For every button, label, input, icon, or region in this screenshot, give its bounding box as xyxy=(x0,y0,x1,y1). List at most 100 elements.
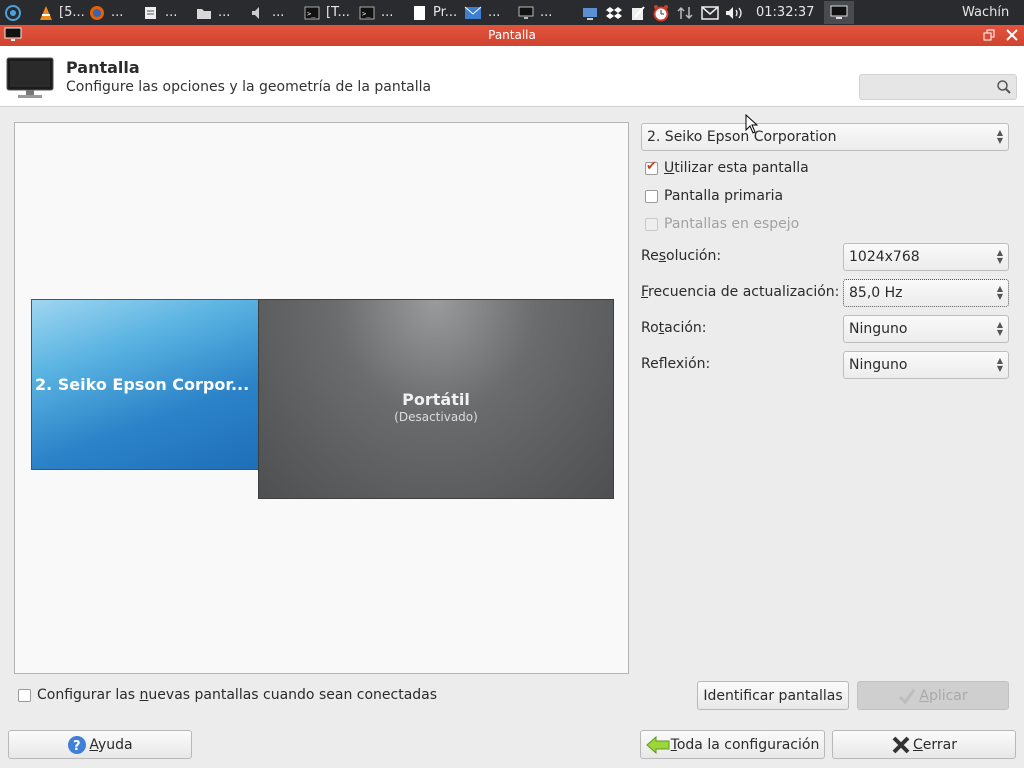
restore-icon xyxy=(983,29,995,41)
task-label: ... xyxy=(272,5,285,20)
reflection-value: Ninguno xyxy=(849,357,908,373)
task-label: ... xyxy=(540,5,553,20)
task-item-sound[interactable]: ... xyxy=(250,0,284,25)
configure-new-displays-label: Configurar las nuevas pantallas cuando s… xyxy=(37,687,438,703)
vlc-icon xyxy=(40,5,52,20)
display-settings-icon xyxy=(6,56,54,104)
document-icon xyxy=(414,5,425,20)
page-subtitle: Configure las opciones y la geometría de… xyxy=(66,79,432,95)
task-label: ... xyxy=(381,5,394,20)
apply-label: Aplicar xyxy=(919,687,968,704)
notes-icon[interactable] xyxy=(630,0,646,25)
mail-indicator-icon[interactable] xyxy=(701,0,719,25)
mail-icon xyxy=(464,6,482,19)
text-editor-icon xyxy=(145,6,156,19)
close-icon xyxy=(892,736,910,753)
firefox-icon xyxy=(90,5,104,20)
svg-text:>_: >_ xyxy=(362,10,371,18)
primary-display-checkbox[interactable] xyxy=(645,190,658,203)
refresh-rate-value: 85,0 Hz xyxy=(849,285,903,301)
all-settings-button[interactable]: Toda la configuración xyxy=(640,730,825,759)
resolution-value: 1024x768 xyxy=(849,249,920,265)
close-button[interactable]: Cerrar xyxy=(832,730,1016,759)
help-label: Ayuda xyxy=(89,736,133,753)
rotation-select[interactable]: Ninguno ▲ ▼ xyxy=(843,315,1009,343)
refresh-rate-label: Frecuencia de actualización: xyxy=(641,284,840,300)
network-transfer-icon[interactable] xyxy=(677,0,693,25)
display-icon xyxy=(518,6,534,19)
use-display-checkbox[interactable] xyxy=(645,159,658,175)
primary-display-label: Pantalla primaria xyxy=(664,188,784,204)
task-item-display[interactable]: ... xyxy=(518,0,552,25)
folder-icon xyxy=(197,8,211,19)
display-seiko-epson[interactable]: 2. Seiko Epson Corpor... xyxy=(31,299,259,470)
task-label: Pr... xyxy=(433,5,458,20)
checkmark-icon xyxy=(899,688,916,704)
display-selector[interactable]: 2. Seiko Epson Corporation ▲ ▼ xyxy=(641,123,1009,151)
close-icon xyxy=(1006,29,1018,41)
task-item-files[interactable]: ... xyxy=(196,0,230,25)
apply-button[interactable]: Aplicar xyxy=(857,681,1009,710)
all-settings-label: Toda la configuración xyxy=(670,736,820,753)
active-display-applet-icon[interactable] xyxy=(824,1,854,24)
refresh-rate-select[interactable]: 85,0 Hz ▲ ▼ xyxy=(843,279,1009,307)
top-panel: [5... ... ... ... ... >_ [T... >_ ... Pr… xyxy=(0,0,1024,25)
spin-arrows-icon: ▲ ▼ xyxy=(996,284,1003,301)
back-arrow-icon xyxy=(645,735,670,754)
display-state: (Desactivado) xyxy=(394,410,478,424)
svg-text:?: ? xyxy=(73,739,81,754)
window-title: Pantalla xyxy=(488,28,536,42)
svg-text:>_: >_ xyxy=(307,10,316,18)
display-selector-value: 2. Seiko Epson Corporation xyxy=(647,129,837,145)
tray-display-icon[interactable] xyxy=(582,0,598,25)
spin-arrows-icon: ▲ ▼ xyxy=(996,320,1003,337)
reflection-label: Reflexión: xyxy=(641,356,711,372)
task-item-terminal-1[interactable]: >_ [T... xyxy=(304,0,350,25)
terminal-icon: >_ xyxy=(359,6,375,19)
search-input[interactable] xyxy=(864,78,992,96)
rotation-label: Rotación: xyxy=(641,320,707,336)
menu-icon[interactable] xyxy=(4,0,22,25)
rotation-value: Ninguno xyxy=(849,321,908,337)
resolution-label: Resolución: xyxy=(641,248,722,264)
task-item-document[interactable]: Pr... xyxy=(413,0,457,25)
alarm-clock-icon[interactable] xyxy=(652,0,670,25)
use-display-label: Utilizar esta pantalla xyxy=(664,160,809,176)
window-titlebar[interactable]: Pantalla xyxy=(0,25,1024,46)
identify-displays-button[interactable]: Identificar pantallas xyxy=(697,681,849,710)
speaker-icon xyxy=(252,6,259,19)
task-label: ... xyxy=(488,5,501,20)
dropbox-icon[interactable] xyxy=(606,0,622,25)
spin-arrows-icon: ▲ ▼ xyxy=(996,356,1003,373)
clock[interactable]: 01:32:37 xyxy=(756,0,814,25)
restore-button[interactable] xyxy=(981,27,997,43)
volume-icon[interactable] xyxy=(725,0,745,25)
task-label: ... xyxy=(165,5,178,20)
search-field[interactable] xyxy=(859,74,1017,100)
task-item-firefox[interactable]: ... xyxy=(89,0,123,25)
configure-new-displays-checkbox[interactable] xyxy=(18,689,31,702)
task-item-vlc[interactable]: [5... xyxy=(38,0,85,25)
display-laptop[interactable]: Portátil (Desactivado) xyxy=(258,299,614,499)
resolution-select[interactable]: 1024x768 ▲ ▼ xyxy=(843,243,1009,271)
task-item-terminal-2[interactable]: >_ ... xyxy=(359,0,393,25)
task-item-mail[interactable]: ... xyxy=(464,0,500,25)
display-label: Portátil xyxy=(402,390,470,409)
reflection-select[interactable]: Ninguno ▲ ▼ xyxy=(843,351,1009,379)
close-window-button[interactable] xyxy=(1004,27,1020,43)
terminal-icon: >_ xyxy=(304,6,320,19)
task-label: ... xyxy=(111,5,124,20)
task-item-editor[interactable]: ... xyxy=(143,0,177,25)
spin-arrows-icon: ▲ ▼ xyxy=(996,248,1003,265)
task-label: ... xyxy=(218,5,231,20)
close-label: Cerrar xyxy=(913,736,957,753)
help-button[interactable]: ? Ayuda xyxy=(8,730,192,759)
user-name[interactable]: Wachín xyxy=(962,0,1009,25)
display-label: 2. Seiko Epson Corpor... xyxy=(35,375,250,394)
task-label: [T... xyxy=(326,5,350,20)
mouse-cursor-icon xyxy=(745,113,759,138)
page-title: Pantalla xyxy=(66,58,140,77)
search-icon[interactable] xyxy=(996,79,1012,99)
mirror-displays-label: Pantallas en espejo xyxy=(664,216,800,232)
task-label: [5... xyxy=(59,5,85,20)
